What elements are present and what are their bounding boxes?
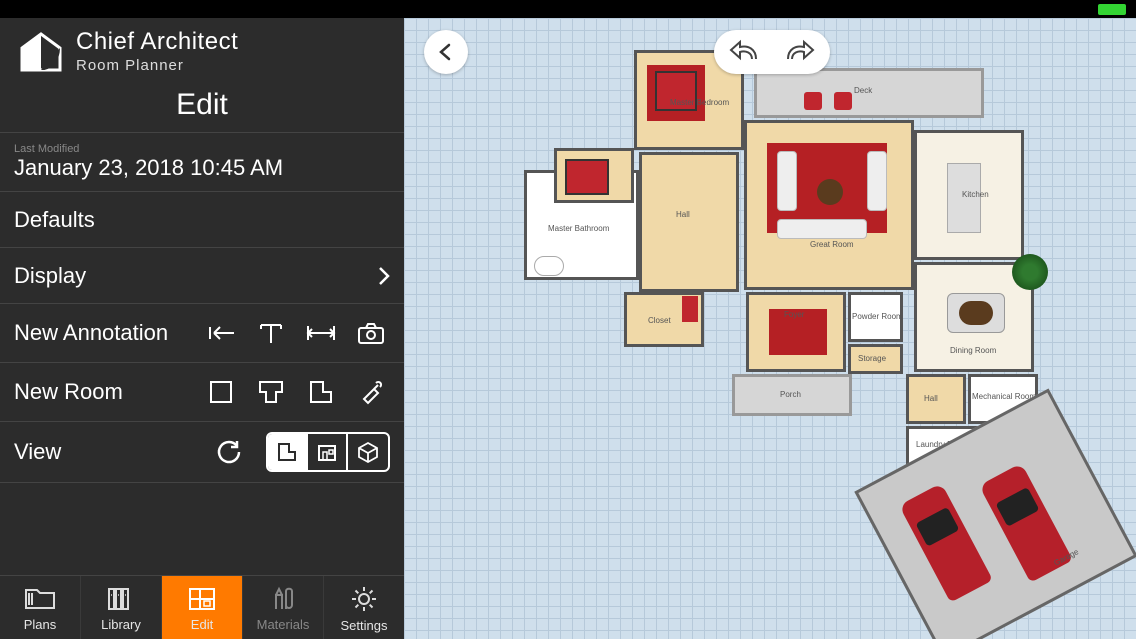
sofa (867, 151, 887, 211)
room-deck[interactable] (754, 68, 984, 118)
text-annotation-button[interactable] (252, 314, 290, 352)
back-button[interactable] (424, 30, 468, 74)
status-bar (0, 0, 1136, 18)
view-elevation-button[interactable] (308, 434, 348, 470)
sofa (777, 151, 797, 211)
undo-icon (728, 39, 762, 65)
new-annotation-label: New Annotation (14, 320, 168, 346)
deck-chair (804, 92, 822, 110)
tab-settings[interactable]: Settings (324, 576, 404, 639)
last-modified-value: January 23, 2018 10:45 AM (14, 155, 283, 181)
tab-library-label: Library (101, 617, 141, 632)
view-2d-button[interactable] (268, 434, 308, 470)
bed (565, 159, 609, 195)
car (979, 463, 1073, 583)
brand-title: Chief Architect (76, 28, 238, 56)
arrow-annotation-button[interactable] (202, 314, 240, 352)
panel-title: Edit (0, 80, 404, 132)
room-foyer[interactable] (746, 292, 846, 372)
materials-icon (268, 585, 298, 613)
bed (655, 71, 697, 111)
defaults-label: Defaults (14, 207, 95, 233)
brand-block: Chief Architect Room Planner (0, 18, 404, 80)
bathtub (534, 256, 564, 276)
coffee-table (817, 179, 843, 205)
room-storage[interactable] (848, 344, 903, 374)
row-last-modified[interactable]: Last Modified January 23, 2018 10:45 AM (0, 132, 404, 191)
room-bedroom2[interactable] (554, 148, 634, 203)
tab-edit-label: Edit (191, 617, 213, 632)
brand-logo-icon (18, 30, 64, 72)
row-defaults[interactable]: Defaults (0, 191, 404, 247)
library-icon (105, 585, 137, 613)
dining-table (959, 301, 993, 325)
tab-materials[interactable]: Materials (243, 576, 324, 639)
row-new-annotation: New Annotation (0, 303, 404, 362)
edit-rows: Last Modified January 23, 2018 10:45 AM … (0, 132, 404, 575)
l-room-button[interactable] (302, 373, 340, 411)
closet-item (682, 296, 698, 322)
brand-subtitle: Room Planner (76, 57, 238, 74)
redo-button[interactable] (782, 39, 816, 65)
car (899, 483, 993, 603)
undo-button[interactable] (728, 39, 762, 65)
new-room-label: New Room (14, 379, 123, 405)
view-label: View (14, 439, 61, 465)
room-porch[interactable] (732, 374, 852, 416)
edit-icon (186, 585, 218, 613)
room-great-room[interactable] (744, 120, 914, 290)
gear-icon (349, 584, 379, 614)
camera-annotation-button[interactable] (352, 314, 390, 352)
room-hall2[interactable] (906, 374, 966, 424)
last-modified-label: Last Modified (14, 143, 283, 155)
brand-text: Chief Architect Room Planner (76, 28, 238, 74)
undo-redo-area (714, 30, 830, 74)
bottom-tabbar: Plans Library Edit Materials Settings (0, 575, 404, 639)
arrow-left-icon (435, 41, 457, 63)
tab-settings-label: Settings (341, 618, 388, 633)
deck-chair (834, 92, 852, 110)
sidebar: Chief Architect Room Planner Edit Last M… (0, 0, 404, 639)
tab-materials-label: Materials (257, 617, 310, 632)
chevron-right-icon (378, 266, 390, 286)
room-kitchen[interactable] (914, 130, 1024, 260)
display-label: Display (14, 263, 86, 289)
room-hall[interactable] (639, 152, 739, 292)
floorplan-canvas[interactable]: Master Bedroom Deck Great Room Kitchen (404, 0, 1136, 639)
freeform-room-button[interactable] (352, 373, 390, 411)
folder-icon (23, 585, 57, 613)
rug (769, 309, 827, 355)
dimension-annotation-button[interactable] (302, 314, 340, 352)
t-room-button[interactable] (252, 373, 290, 411)
redo-icon (782, 39, 816, 65)
room-powder[interactable] (848, 292, 903, 342)
tab-edit[interactable]: Edit (162, 576, 243, 639)
battery-icon (1098, 4, 1126, 15)
view-3d-button[interactable] (348, 434, 388, 470)
app-root: Chief Architect Room Planner Edit Last M… (0, 0, 1136, 639)
row-view: View (0, 421, 404, 483)
tab-plans-label: Plans (24, 617, 57, 632)
sofa (777, 219, 867, 239)
tab-plans[interactable]: Plans (0, 576, 81, 639)
plant-icon (1012, 254, 1048, 290)
row-display[interactable]: Display (0, 247, 404, 303)
refresh-view-button[interactable] (210, 433, 248, 471)
canvas-back-area (424, 30, 468, 74)
tab-library[interactable]: Library (81, 576, 162, 639)
view-mode-segment (266, 432, 390, 472)
kitchen-island (947, 163, 981, 233)
row-new-room: New Room (0, 362, 404, 421)
square-room-button[interactable] (202, 373, 240, 411)
